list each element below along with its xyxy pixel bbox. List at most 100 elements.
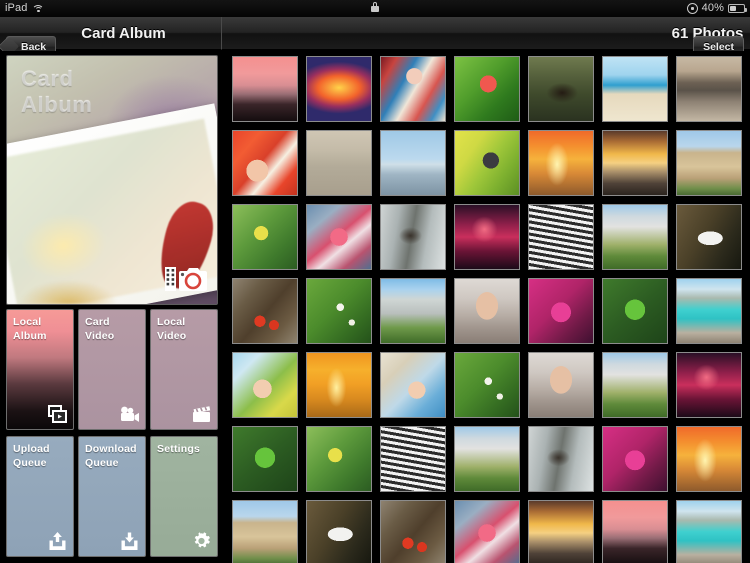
photo-grid[interactable] [222,51,750,563]
photo-thumbnail[interactable] [528,500,594,563]
sidebar-tile-local-video[interactable]: Local Video [150,309,218,430]
red-lanterns-temple-image [233,279,297,343]
photo-thumbnail[interactable] [232,56,298,122]
four-leaf-clover-image [233,427,297,491]
battery-icon [728,4,747,13]
hero-title-line2: Album [21,91,93,117]
photo-thumbnail[interactable] [232,352,298,418]
sidebar-tile-download-queue-label: Download Queue [85,443,137,470]
photo-thumbnail[interactable] [454,426,520,492]
white-seagull-perch-image [677,205,741,269]
sidebar-tile-settings[interactable]: Settings [150,436,218,557]
status-bar-center [0,0,750,17]
photo-thumbnail[interactable] [602,204,668,270]
photo-thumbnail[interactable] [232,278,298,344]
photo-thumbnail[interactable] [676,278,742,344]
white-clover-grass-image [307,279,371,343]
orange-sunset-sea-clouds-image [307,57,371,121]
orange-sun-reflection-sea-image [307,353,371,417]
photo-thumbnail[interactable] [306,130,372,196]
sidebar-tile-settings-label: Settings [157,443,200,457]
photo-thumbnail[interactable] [454,56,520,122]
photo-thumbnail[interactable] [306,204,372,270]
photo-thumbnail[interactable] [528,204,594,270]
photo-thumbnail[interactable] [676,204,742,270]
photo-thumbnail[interactable] [602,56,668,122]
photo-thumbnail[interactable] [676,500,742,563]
opera-performer-costume-image [381,57,445,121]
photo-thumbnail[interactable] [602,426,668,492]
hazy-coast-sunset-image [603,131,667,195]
photo-thumbnail[interactable] [380,426,446,492]
label-line2: Queue [85,456,119,469]
label-line1: Settings [157,443,201,455]
nav-bar-right: 61 Photos Select [221,17,750,57]
photo-thumbnail[interactable] [380,500,446,563]
photo-thumbnail[interactable] [602,278,668,344]
photo-thumbnail[interactable] [676,130,742,196]
photo-thumbnail[interactable] [676,352,742,418]
portrait-woman-white-image [529,353,593,417]
photo-thumbnail[interactable] [676,56,742,122]
label-line1: Upload [13,443,50,455]
sidebar-tile-download-queue[interactable]: Download Queue [78,436,146,557]
photo-thumbnail[interactable] [528,278,594,344]
photo-thumbnail[interactable] [528,426,594,492]
photo-thumbnail[interactable] [454,352,520,418]
photo-thumbnail[interactable] [602,500,668,563]
label-line2: Video [85,329,115,342]
sidebar-tile-upload-queue[interactable]: Upload Queue [6,436,74,557]
photo-thumbnail[interactable] [454,130,520,196]
photo-thumbnail[interactable] [528,56,594,122]
red-fireworks-city-image [455,205,519,269]
hero-title-line1: Card [21,66,74,91]
card-album-hero-panel[interactable]: Card Album [6,55,218,305]
photo-thumbnail[interactable] [232,130,298,196]
sidebar-tile-grid: Local Album Card Video Local Video Uploa… [6,309,218,563]
pink-camellia-blossoms-image [307,205,371,269]
turquoise-lake-hills-image [677,501,741,563]
photo-thumbnail[interactable] [454,204,520,270]
apartment-towers-park-image [455,427,519,491]
photo-thumbnail[interactable] [602,352,668,418]
waterfall-over-rock-image [381,205,445,269]
photo-thumbnail[interactable] [380,56,446,122]
photo-thumbnail[interactable] [232,426,298,492]
photo-thumbnail[interactable] [380,352,446,418]
butterfly-on-flower-image [233,205,297,269]
photo-thumbnail[interactable] [306,426,372,492]
mountain-lake-reflection-image [677,57,741,121]
label-line1: Local [13,316,42,328]
label-line1: Local [157,316,186,328]
photo-thumbnail[interactable] [306,352,372,418]
lock-icon [371,2,379,12]
camera-icon [165,267,207,291]
photo-thumbnail[interactable] [528,352,594,418]
photo-thumbnail[interactable] [232,204,298,270]
photo-thumbnail[interactable] [306,278,372,344]
photo-thumbnail[interactable] [602,130,668,196]
woman-straw-hat-sunglasses-image [381,353,445,417]
photo-thumbnail[interactable] [676,426,742,492]
white-clover-grass-image [455,353,519,417]
modern-curved-building-image [529,205,593,269]
photo-thumbnail[interactable] [306,56,372,122]
apartment-towers-park-image [603,205,667,269]
photo-thumbnail[interactable] [306,500,372,563]
waterfall-over-rock-image [529,427,593,491]
photo-thumbnail[interactable] [528,130,594,196]
portrait-woman-white-image [455,279,519,343]
butterfly-on-flower-image [307,427,371,491]
photo-thumbnail[interactable] [380,204,446,270]
photo-thumbnail[interactable] [232,500,298,563]
label-line2: Video [157,329,187,342]
download-icon [121,532,138,550]
sidebar-tile-card-video[interactable]: Card Video [78,309,146,430]
sidebar-tile-upload-queue-label: Upload Queue [13,443,50,470]
photo-thumbnail[interactable] [454,500,520,563]
sidebar-tile-local-album-label: Local Album [13,316,47,343]
photo-thumbnail[interactable] [380,278,446,344]
photo-thumbnail[interactable] [454,278,520,344]
photo-thumbnail[interactable] [380,130,446,196]
sidebar-tile-local-album[interactable]: Local Album [6,309,74,430]
